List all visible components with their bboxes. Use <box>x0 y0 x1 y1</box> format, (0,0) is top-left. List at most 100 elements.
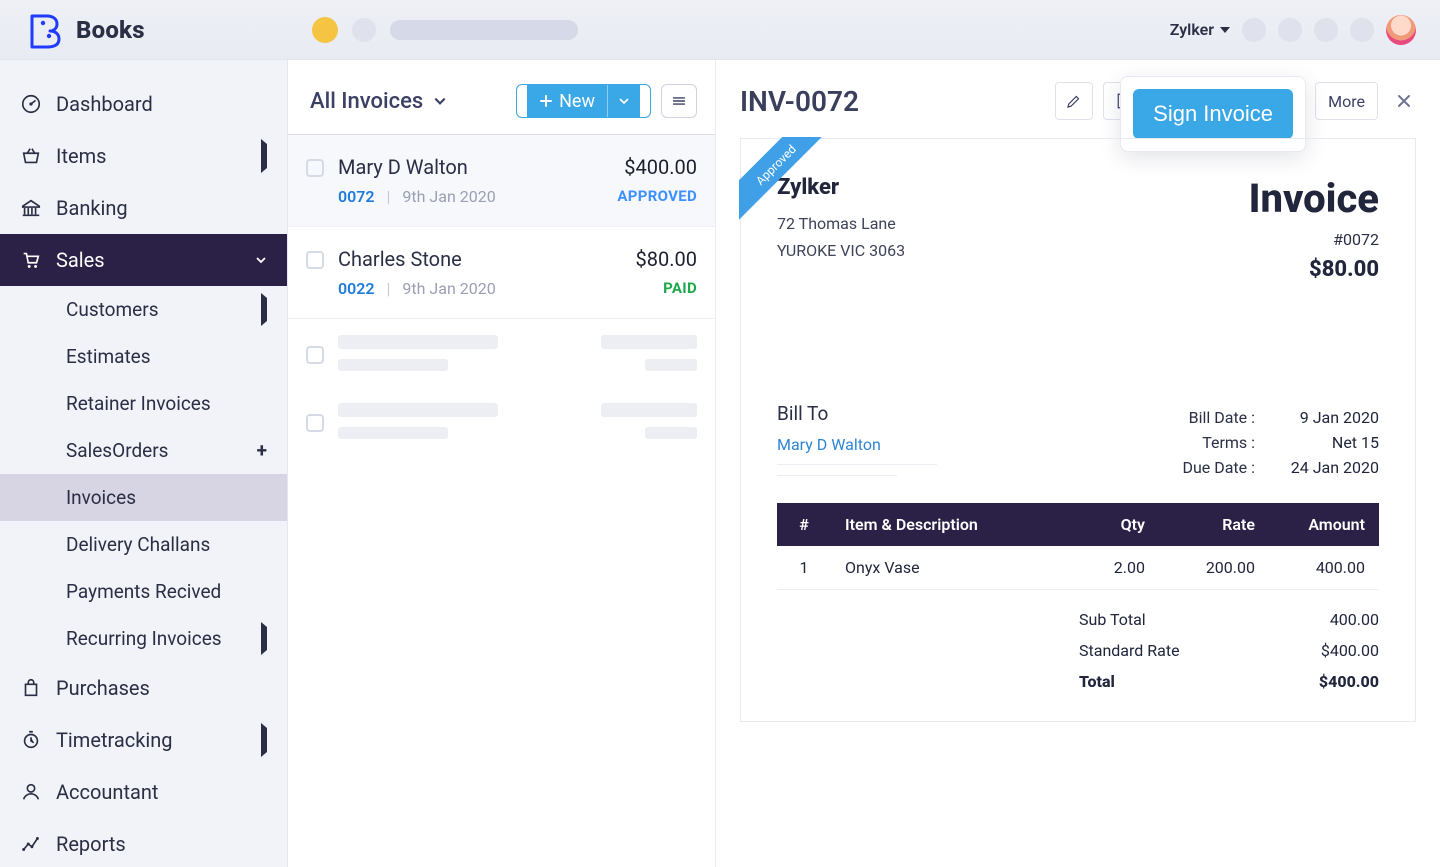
sidebar-item-banking[interactable]: Banking <box>0 182 287 234</box>
row-checkbox[interactable] <box>306 251 324 269</box>
sidebar-item-label: Invoices <box>66 486 136 509</box>
sidebar-item-accountant[interactable]: Accountant <box>0 766 287 818</box>
brand-name: Books <box>76 16 145 44</box>
topbar-dot-1 <box>312 17 338 43</box>
org-name: Zylker <box>1170 20 1214 39</box>
row-checkbox <box>306 414 324 432</box>
sidebar-sub-payments-received[interactable]: Payments Recived <box>0 568 287 615</box>
invoice-row[interactable]: Charles Stone 0022 | 9th Jan 2020 $80.00… <box>288 227 715 319</box>
ghost-row <box>288 319 715 387</box>
approved-ribbon: Approved <box>739 137 825 223</box>
plus-icon: + <box>257 439 267 462</box>
bill-date-label: Bill Date : <box>1189 408 1255 427</box>
list-filter[interactable]: All Invoices <box>310 89 447 114</box>
total-value: $400.00 <box>1319 672 1379 691</box>
chevron-right-icon <box>261 298 267 321</box>
cell-qty: 2.00 <box>1049 546 1159 590</box>
sidebar-item-timetracking[interactable]: Timetracking <box>0 714 287 766</box>
brand: Books <box>24 9 304 51</box>
sign-invoice-button[interactable]: Sign Invoice <box>1133 89 1293 139</box>
list-title-text: All Invoices <box>310 89 423 114</box>
meta-block: Bill To Mary D Walton Bill Date :9 Jan 2… <box>777 402 1379 483</box>
chevron-down-icon <box>255 254 267 266</box>
cell-rate: 200.00 <box>1159 546 1269 590</box>
row-number: 0022 <box>338 279 375 298</box>
close-button[interactable] <box>1392 89 1416 113</box>
topbar-dot-6 <box>1350 18 1374 42</box>
sidebar-sub-retainer-invoices[interactable]: Retainer Invoices <box>0 380 287 427</box>
topbar-right: Zylker <box>1170 15 1416 45</box>
sidebar-item-items[interactable]: Items <box>0 130 287 182</box>
bag-icon <box>20 677 42 699</box>
sidebar-item-purchases[interactable]: Purchases <box>0 662 287 714</box>
invoice-detail-panel: INV-0072 More Sign Invoice Approved <box>716 60 1440 867</box>
col-rate: Rate <box>1159 503 1269 546</box>
more-button[interactable]: More <box>1315 82 1378 120</box>
row-checkbox[interactable] <box>306 159 324 177</box>
sidebar-sub-invoices[interactable]: Invoices <box>0 474 287 521</box>
gauge-icon <box>20 93 42 115</box>
row-amount: $80.00 <box>636 247 697 271</box>
sidebar-sub-recurring-invoices[interactable]: Recurring Invoices <box>0 615 287 662</box>
topbar-placeholders <box>312 17 578 43</box>
bill-to-underline <box>777 475 897 476</box>
sidebar-item-reports[interactable]: Reports <box>0 818 287 867</box>
row-date: 9th Jan 2020 <box>402 279 495 298</box>
cell-num: 1 <box>777 546 831 590</box>
due-date-value: 24 Jan 2020 <box>1279 458 1379 477</box>
topbar: Books Zylker <box>0 0 1440 60</box>
subtotal-value: 400.00 <box>1330 610 1379 629</box>
standard-rate-label: Standard Rate <box>1079 641 1180 660</box>
sidebar-item-dashboard[interactable]: Dashboard <box>0 78 287 130</box>
total-label: Total <box>1079 672 1115 691</box>
stopwatch-icon <box>20 729 42 751</box>
standard-rate-value: $400.00 <box>1321 641 1379 660</box>
user-avatar[interactable] <box>1386 15 1416 45</box>
sidebar-item-sales[interactable]: Sales <box>0 234 287 286</box>
sidebar-item-label: Customers <box>66 298 159 321</box>
list-actions: New <box>516 84 697 118</box>
new-invoice-button[interactable]: New <box>516 84 651 118</box>
sidebar-sub-estimates[interactable]: Estimates <box>0 333 287 380</box>
bill-to-underline <box>777 464 937 465</box>
sidebar-item-label: Timetracking <box>56 728 173 752</box>
topbar-dot-2 <box>352 18 376 42</box>
sidebar-item-label: Dashboard <box>56 92 153 116</box>
list-header: All Invoices New <box>288 60 715 135</box>
sidebar-item-label: Accountant <box>56 780 158 804</box>
sidebar-item-label: Recurring Invoices <box>66 627 222 650</box>
new-invoice-main[interactable]: New <box>527 84 607 118</box>
row-info: Charles Stone 0022 | 9th Jan 2020 <box>338 247 622 298</box>
analytics-icon <box>20 833 42 855</box>
topbar-pill <box>390 20 578 40</box>
sidebar-item-label: Delivery Challans <box>66 533 210 556</box>
sidebar-item-label: SalesOrders <box>66 439 169 462</box>
chevron-right-icon <box>261 144 267 168</box>
sidebar-sub-salesorders[interactable]: SalesOrders + <box>0 427 287 474</box>
col-qty: Qty <box>1049 503 1159 546</box>
col-amount: Amount <box>1269 503 1379 546</box>
sidebar-sub-customers[interactable]: Customers <box>0 286 287 333</box>
sidebar-sub-delivery-challans[interactable]: Delivery Challans <box>0 521 287 568</box>
row-status: PAID <box>636 279 697 297</box>
row-info: Mary D Walton 0072 | 9th Jan 2020 <box>338 155 603 206</box>
list-options-button[interactable] <box>661 84 697 118</box>
cell-amount: 400.00 <box>1269 546 1379 590</box>
chevron-right-icon <box>261 627 267 650</box>
ribbon-text: Approved <box>739 137 825 223</box>
row-customer: Mary D Walton <box>338 155 603 179</box>
sidebar-item-label: Retainer Invoices <box>66 392 211 415</box>
new-invoice-dropdown[interactable] <box>607 84 640 118</box>
edit-button[interactable] <box>1055 82 1093 120</box>
org-switcher[interactable]: Zylker <box>1170 20 1230 39</box>
cart-icon <box>20 249 42 271</box>
invoice-row[interactable]: Mary D Walton 0072 | 9th Jan 2020 $400.0… <box>288 135 715 227</box>
line-item-row: 1 Onyx Vase 2.00 200.00 400.00 <box>777 546 1379 590</box>
address-line: YUROKE VIC 3063 <box>777 237 905 264</box>
terms-value: Net 15 <box>1279 433 1379 452</box>
invoice-rows: Mary D Walton 0072 | 9th Jan 2020 $400.0… <box>288 135 715 455</box>
bill-to-name[interactable]: Mary D Walton <box>777 435 937 454</box>
basket-icon <box>20 145 42 167</box>
row-right: $400.00 APPROVED <box>617 155 697 205</box>
bill-to: Bill To Mary D Walton <box>777 402 937 483</box>
